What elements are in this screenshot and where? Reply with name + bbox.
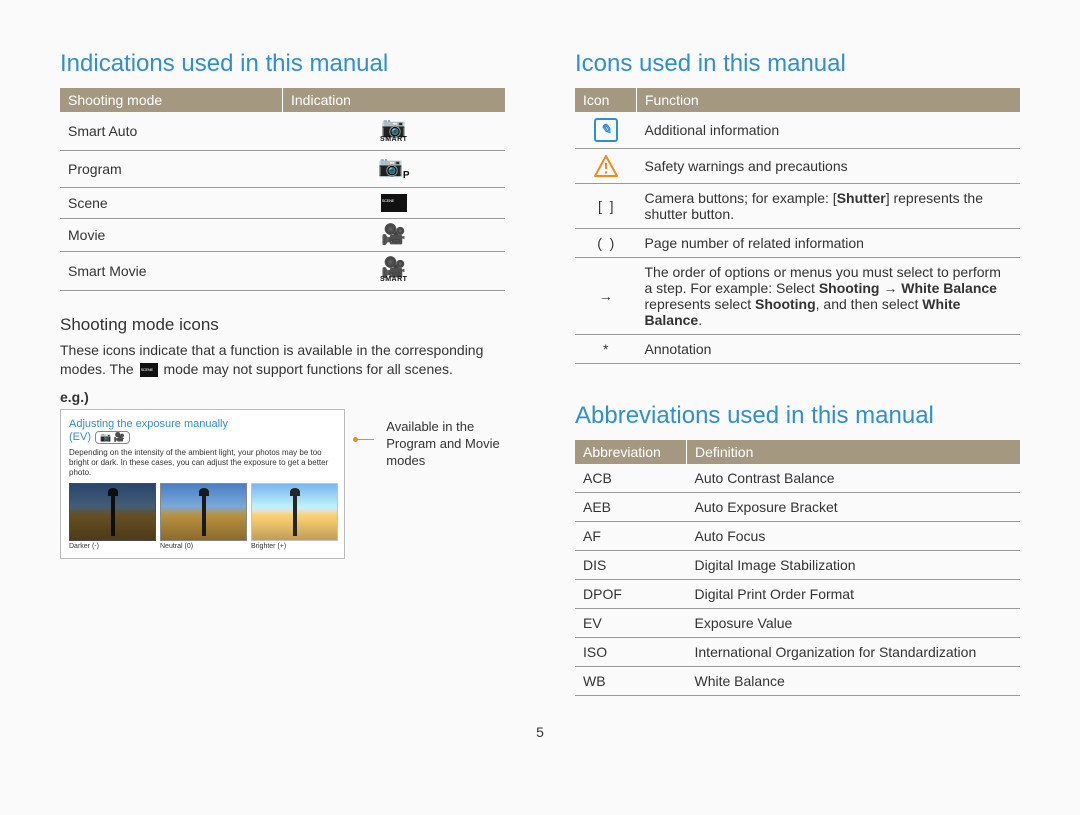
heading-indications: Indications used in this manual <box>60 50 505 78</box>
abbr: ISO <box>575 638 687 667</box>
table-icons: Icon Function ✎ Additional information S… <box>575 88 1020 364</box>
camera-smart-icon: 📷SMART <box>283 112 506 151</box>
table-shooting-modes: Shooting mode Indication Smart Auto 📷SMA… <box>60 88 505 291</box>
arrow-icon: → <box>575 258 637 335</box>
parens-icon: ( ) <box>575 229 637 258</box>
camera-p-icon: 📷P <box>283 151 506 188</box>
thumb-label: Darker (-) <box>69 543 154 550</box>
heading-abbreviations: Abbreviations used in this manual <box>575 402 1020 430</box>
icon-function: Safety warnings and precautions <box>637 149 1021 184</box>
icon-function: Camera buttons; for example: [Shutter] r… <box>637 184 1021 229</box>
th-icon: Icon <box>575 88 637 112</box>
scene-icon <box>140 363 158 377</box>
mode-name: Movie <box>60 219 283 252</box>
abbr-def: White Balance <box>687 667 1021 696</box>
movie-smart-icon: 🎥SMART <box>283 252 506 291</box>
thumb-label: Brighter (+) <box>251 543 336 550</box>
icon-function: Annotation <box>637 335 1021 364</box>
mode-name: Smart Auto <box>60 112 283 151</box>
th-function: Function <box>637 88 1021 112</box>
mode-pill-icon: 📷 🎥 <box>95 431 130 444</box>
icon-function: The order of options or menus you must s… <box>637 258 1021 335</box>
th-abbreviation: Abbreviation <box>575 440 687 464</box>
example-panel: Adjusting the exposure manually (EV) 📷 🎥… <box>60 409 345 559</box>
mode-icons-description: These icons indicate that a function is … <box>60 341 505 379</box>
abbr: EV <box>575 609 687 638</box>
icon-function: Page number of related information <box>637 229 1021 258</box>
scene-icon <box>283 188 506 219</box>
example-label: e.g.) <box>60 389 505 405</box>
abbr: DIS <box>575 551 687 580</box>
abbr-def: Auto Focus <box>687 522 1021 551</box>
thumb-darker <box>69 483 156 541</box>
callout-connector <box>357 439 374 440</box>
warning-icon <box>575 149 637 184</box>
star-icon: * <box>575 335 637 364</box>
thumb-label: Neutral (0) <box>160 543 245 550</box>
brackets-icon: [ ] <box>575 184 637 229</box>
abbr-def: Digital Image Stabilization <box>687 551 1021 580</box>
abbr: WB <box>575 667 687 696</box>
subheading-mode-icons: Shooting mode icons <box>60 315 505 335</box>
thumb-neutral <box>160 483 247 541</box>
mode-name: Smart Movie <box>60 252 283 291</box>
example-description: Depending on the intensity of the ambien… <box>69 448 336 477</box>
abbr: AF <box>575 522 687 551</box>
abbr-def: Digital Print Order Format <box>687 580 1021 609</box>
example-ev: (EV) <box>69 431 91 444</box>
mode-name: Scene <box>60 188 283 219</box>
abbr: ACB <box>575 464 687 493</box>
abbr-def: Exposure Value <box>687 609 1021 638</box>
example-title: Adjusting the exposure manually <box>69 418 336 431</box>
th-shooting-mode: Shooting mode <box>60 88 283 112</box>
icon-function: Additional information <box>637 112 1021 149</box>
page-number: 5 <box>0 724 1080 740</box>
movie-icon: 🎥 <box>283 219 506 252</box>
heading-icons: Icons used in this manual <box>575 50 1020 78</box>
mode-name: Program <box>60 151 283 188</box>
abbr-def: Auto Exposure Bracket <box>687 493 1021 522</box>
info-icon: ✎ <box>575 112 637 149</box>
th-definition: Definition <box>687 440 1021 464</box>
example-caption: Available in the Program and Movie modes <box>386 419 505 470</box>
table-abbreviations: Abbreviation Definition ACBAuto Contrast… <box>575 440 1020 696</box>
th-indication: Indication <box>283 88 506 112</box>
abbr: DPOF <box>575 580 687 609</box>
abbr-def: International Organization for Standardi… <box>687 638 1021 667</box>
abbr-def: Auto Contrast Balance <box>687 464 1021 493</box>
abbr: AEB <box>575 493 687 522</box>
thumb-brighter <box>251 483 338 541</box>
